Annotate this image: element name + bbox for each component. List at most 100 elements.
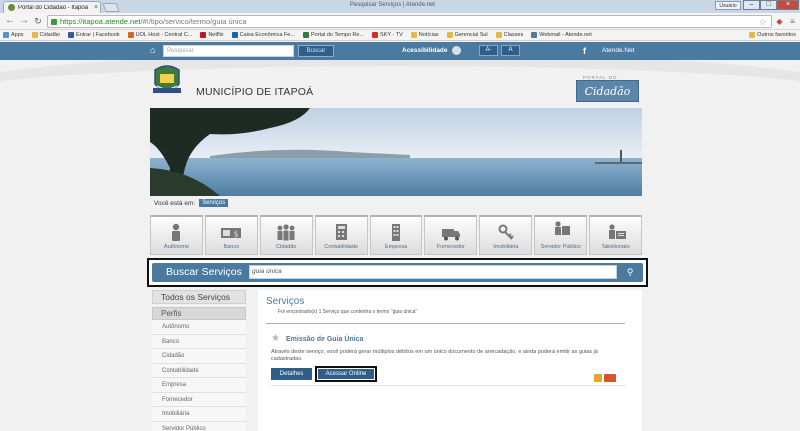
sidebar-item-contabilidade[interactable]: Contabilidade [152,363,246,378]
service-name[interactable]: Emissão de Guia Única [286,336,363,343]
access-online-button[interactable]: Acessar Online [318,369,374,379]
weather-icon [302,32,309,38]
profile-button[interactable]: Usuário [715,1,741,10]
category-imobiliaria[interactable]: Imobiliária [479,215,533,255]
atende-link[interactable]: Atende.Net [602,47,635,54]
category-label: Banco [223,244,240,250]
category-empresa[interactable]: Empresa [369,215,423,255]
lock-icon [594,374,602,382]
category-label: Imobiliária [493,244,519,250]
breadcrumb-current[interactable]: Serviços [199,199,229,207]
bookmark-item[interactable]: Webmail - Atende.net [531,32,592,38]
facebook-icon[interactable]: f [583,46,592,56]
browser-tab[interactable]: Portal do Cidadão - Itapoá × [3,1,101,13]
tab-title: Portal do Cidadão - Itapoá [18,4,89,11]
other-bookmarks[interactable]: Outros favoritos [749,32,796,38]
search-icon[interactable]: ⚲ [621,265,639,279]
home-icon[interactable]: ⌂ [150,46,160,55]
address-bar[interactable]: https://itapoa.atende.net /#!/tipo/servi… [47,15,772,28]
sidebar-item-imobiliaria[interactable]: Imobiliária [152,407,246,422]
bookmark-item[interactable]: Portal do Tempo Re... [302,32,364,38]
facebook-icon [68,32,75,38]
bookmark-star-icon[interactable]: ☆ [759,17,767,28]
category-label: Servidor Público [540,244,581,250]
browser-tab-strip: Portal do Cidadão - Itapoá × Pesquisar S… [0,0,800,13]
breadcrumb: Você está em: Serviços [154,199,229,207]
bookmark-item[interactable]: Caixa Econômica Fe... [231,32,295,38]
bookmark-item[interactable]: SKY - TV [372,32,403,38]
category-servidor-publico[interactable]: Servidor Público [534,215,588,255]
bookmark-item[interactable]: Classes [495,32,523,38]
profile-categories: Autônomo $ Banco Cidadão Contabilidade E… [150,215,643,255]
site-search-button[interactable]: Buscar [298,45,334,57]
window-title: Pesquisar Serviços | Atende.net [350,2,435,8]
forward-arrow-icon[interactable]: → [18,16,30,27]
extension-icon[interactable]: ◆ [775,17,784,26]
municipality-name: MUNICÍPIO DE ITAPOÁ [196,86,314,98]
folder-icon [495,32,502,38]
bookmark-item[interactable]: Netflix [200,32,224,38]
favorite-star-icon[interactable]: ★ [271,333,280,344]
sidebar-item-autonomo[interactable]: Autônomo [152,320,246,335]
all-services-link[interactable]: Todos os Serviços [152,290,246,304]
new-tab-button[interactable] [102,3,120,12]
category-label: Empresa [385,244,408,250]
minimize-icon[interactable]: – [743,0,760,10]
contrast-icon[interactable] [452,46,461,55]
service-search-input[interactable]: guia única [249,265,617,279]
back-arrow-icon[interactable]: ← [4,16,16,27]
maximize-icon[interactable]: □ [760,0,777,10]
bookmark-item[interactable]: Cidadão [31,32,60,38]
url-path: /#!/tipo/servico/termo/guia única [140,17,247,26]
site-favicon-icon [8,4,15,11]
bookmark-item[interactable]: Notícias [410,32,439,38]
sidebar-item-fornecedor[interactable]: Fornecedor [152,392,246,407]
server-icon [554,221,570,235]
people-icon [277,224,295,241]
sky-icon [372,32,379,38]
results-title: Serviços [266,296,305,307]
bookmark-item[interactable]: UOL Host - Central C... [127,32,192,38]
supplier-icon [441,229,460,241]
details-button[interactable]: Detalhes [271,368,312,380]
sidebar-item-servidor-publico[interactable]: Servidor Público [152,421,246,431]
bookmark-item[interactable]: Gerencial Sul [446,32,488,38]
search-results: Serviços Foi encontrado(s) 1 Serviço que… [258,290,642,431]
sidebar-item-empresa[interactable]: Empresa [152,378,246,393]
header-banner-image [150,108,642,196]
keys-icon [498,224,514,240]
results-divider [266,323,625,324]
webmail-icon [531,32,538,38]
font-increase-button[interactable]: A [501,45,520,56]
browser-toolbar: ← → ↻ https://itapoa.atende.net /#!/tipo… [0,13,800,30]
category-autonomo[interactable]: Autônomo [150,215,203,255]
sidebar-item-cidadao[interactable]: Cidadão [152,349,246,364]
sidebar-item-banco[interactable]: Banco [152,334,246,349]
reload-icon[interactable]: ↻ [32,16,44,27]
category-label: Tabelionato [601,244,630,250]
uol-icon [127,32,134,38]
window-close-icon[interactable]: × [777,0,799,10]
money-icon: $ [221,228,242,239]
svg-text:$: $ [234,230,239,239]
site-top-bar: ⌂ Pesquisar Buscar Acessibilidade A- A f… [0,42,800,60]
category-cidadao[interactable]: Cidadão [259,215,313,255]
bookmark-item[interactable]: Entrar | Facebook [68,32,120,38]
category-label: Contabilidade [324,244,358,250]
category-contabilidade[interactable]: Contabilidade [314,215,368,255]
menu-icon[interactable]: ≡ [788,17,797,26]
portal-cidadao-logo[interactable]: PORTAL DO Cidadão [576,75,639,102]
portal-small-text: PORTAL DO [583,75,618,80]
tab-close-icon[interactable]: × [94,4,98,11]
bookmark-item[interactable]: Apps [3,32,24,38]
web-icon [604,374,616,382]
site-search-input[interactable]: Pesquisar [163,45,294,57]
category-banco[interactable]: $ Banco [204,215,258,255]
folder-icon [410,32,417,38]
lock-icon [51,18,57,25]
category-fornecedor[interactable]: Fornecedor [424,215,478,255]
font-decrease-button[interactable]: A- [479,45,498,56]
service-description: Através deste serviço, você poderá gerar… [271,349,598,362]
accessibility-label[interactable]: Acessibilidade [402,47,448,54]
category-tabelionato[interactable]: Tabelionato [589,215,643,255]
